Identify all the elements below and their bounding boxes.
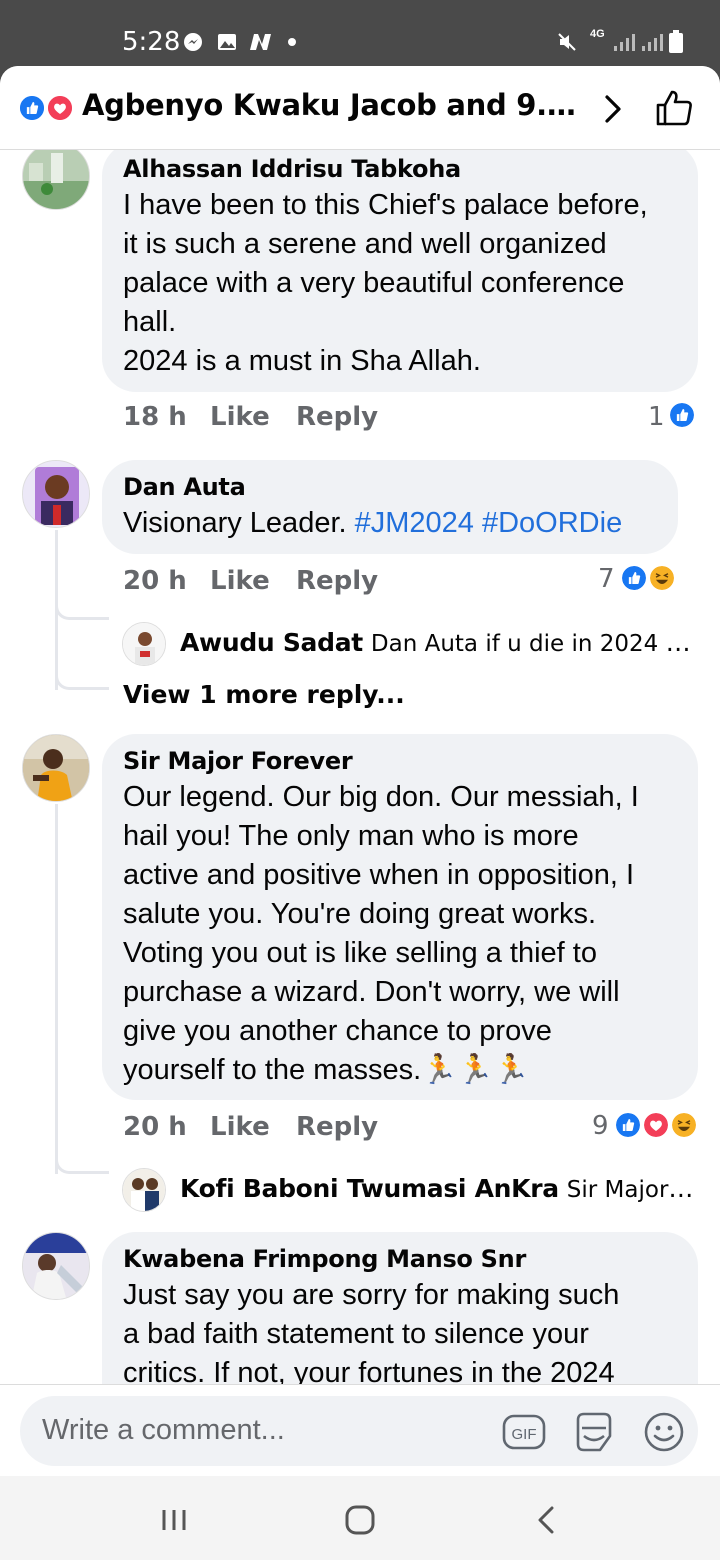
avatar-image [123, 623, 165, 665]
reply-author[interactable]: Awudu Sadat [180, 628, 363, 657]
like-button[interactable]: Like [210, 1112, 270, 1142]
comment-text: Our legend. Our big don. Our messiah, I … [123, 781, 639, 1086]
reaction-count[interactable]: 7 [598, 564, 615, 594]
comment-text: I have been to this Chief's palace befor… [123, 189, 648, 377]
reply-preview[interactable]: Kofi Baboni Twumasi AnKra Sir Major Fore… [180, 1174, 700, 1203]
reply-avatar[interactable] [122, 622, 166, 666]
comment-composer: Write a comment... GIF [0, 1384, 720, 1476]
back-icon[interactable] [528, 1500, 568, 1540]
like-button[interactable]: Like [210, 566, 270, 596]
comment-bubble[interactable]: Alhassan Iddrisu Tabkoha I have been to … [102, 150, 698, 392]
status-time: 5:28 [122, 27, 181, 57]
system-nav-bar [0, 1476, 720, 1560]
comment-time: 20 h [123, 566, 187, 596]
avatar-image [23, 150, 89, 209]
comment-author[interactable]: Alhassan Iddrisu Tabkoha [123, 152, 678, 186]
network-type: 4G [590, 28, 605, 40]
comments-sheet: Agbenyo Kwaku Jacob and 9.1k o... Alhass… [0, 66, 720, 1476]
comment-input[interactable]: Write a comment... GIF [20, 1396, 698, 1466]
view-more-replies-link[interactable]: View 1 more reply... [123, 680, 405, 709]
reply-text: Sir Major Fore... [566, 1177, 700, 1203]
recent-apps-icon[interactable] [154, 1500, 194, 1540]
like-icon [614, 1111, 642, 1139]
like-icon [668, 401, 696, 429]
comment-bubble[interactable]: Dan Auta Visionary Leader. #JM2024 #DoOR… [102, 460, 678, 554]
gallery-icon [218, 34, 236, 50]
thread-connector [55, 600, 109, 620]
reply-author[interactable]: Kofi Baboni Twumasi AnKra [180, 1174, 559, 1203]
like-button[interactable]: Like [210, 402, 270, 432]
comment-input-placeholder: Write a comment... [42, 1414, 285, 1446]
like-reaction-icon [18, 94, 46, 122]
love-reaction-icon [46, 94, 74, 122]
haha-icon [648, 564, 676, 592]
thread-connector [55, 670, 109, 690]
reply-button[interactable]: Reply [296, 1112, 378, 1142]
home-icon[interactable] [340, 1500, 380, 1540]
avatar[interactable] [22, 150, 90, 210]
avatar-image [23, 461, 89, 527]
comment-actions: 18 h Like Reply [123, 402, 423, 436]
emoji-icon[interactable] [642, 1410, 686, 1454]
comment-actions: 20 h Like Reply [123, 1112, 423, 1146]
avatar[interactable] [22, 460, 90, 528]
reaction-count[interactable]: 9 [592, 1111, 609, 1141]
comment-bubble[interactable]: Kwabena Frimpong Manso Snr Just say you … [102, 1232, 698, 1384]
reactions-header[interactable]: Agbenyo Kwaku Jacob and 9.1k o... [0, 66, 720, 150]
reply-avatar[interactable] [122, 1168, 166, 1212]
reply-text: Dan Auta if u die in 2024 we w... [370, 631, 700, 657]
hashtag-links[interactable]: #JM2024 #DoORDie [355, 507, 623, 539]
comment-actions: 20 h Like Reply [123, 566, 423, 600]
reply-button[interactable]: Reply [296, 566, 378, 596]
chevron-right-icon[interactable] [598, 92, 628, 126]
comment-time: 20 h [123, 1112, 187, 1142]
n-app-icon [250, 34, 271, 50]
reactions-title[interactable]: Agbenyo Kwaku Jacob and 9.1k o... [82, 88, 582, 122]
avatar[interactable] [22, 734, 90, 802]
comment-text: Just say you are sorry for making such a… [123, 1279, 620, 1384]
thread-line [55, 804, 58, 1174]
comment-author[interactable]: Sir Major Forever [123, 744, 678, 778]
avatar-image [123, 1169, 165, 1211]
love-icon [642, 1111, 670, 1139]
comment-bubble[interactable]: Sir Major Forever Our legend. Our big do… [102, 734, 698, 1100]
mute-icon [558, 33, 576, 51]
gif-label: GIF [512, 1426, 537, 1443]
status-bar: 5:28 4G [0, 0, 720, 66]
comment-time: 18 h [123, 402, 187, 432]
avatar[interactable] [22, 1232, 90, 1300]
comment-list[interactable]: Alhassan Iddrisu Tabkoha I have been to … [0, 150, 720, 1384]
reaction-count[interactable]: 1 [648, 402, 665, 432]
avatar-image [23, 1233, 89, 1299]
like-outline-icon[interactable] [654, 88, 694, 128]
messenger-icon [184, 33, 202, 51]
comment-text: Visionary Leader. [123, 507, 355, 539]
signal-2-icon [642, 34, 663, 51]
like-icon [620, 564, 648, 592]
comment-author[interactable]: Dan Auta [123, 470, 658, 504]
thread-connector [55, 1154, 109, 1174]
signal-icon [614, 34, 635, 51]
notification-dot [288, 38, 296, 46]
haha-icon [670, 1111, 698, 1139]
battery-icon [669, 30, 683, 53]
sticker-icon[interactable] [572, 1410, 616, 1454]
reply-preview[interactable]: Awudu Sadat Dan Auta if u die in 2024 we… [180, 628, 700, 657]
gif-icon[interactable]: GIF [502, 1410, 546, 1454]
avatar-image [23, 735, 89, 801]
reply-button[interactable]: Reply [296, 402, 378, 432]
comment-author[interactable]: Kwabena Frimpong Manso Snr [123, 1242, 678, 1276]
